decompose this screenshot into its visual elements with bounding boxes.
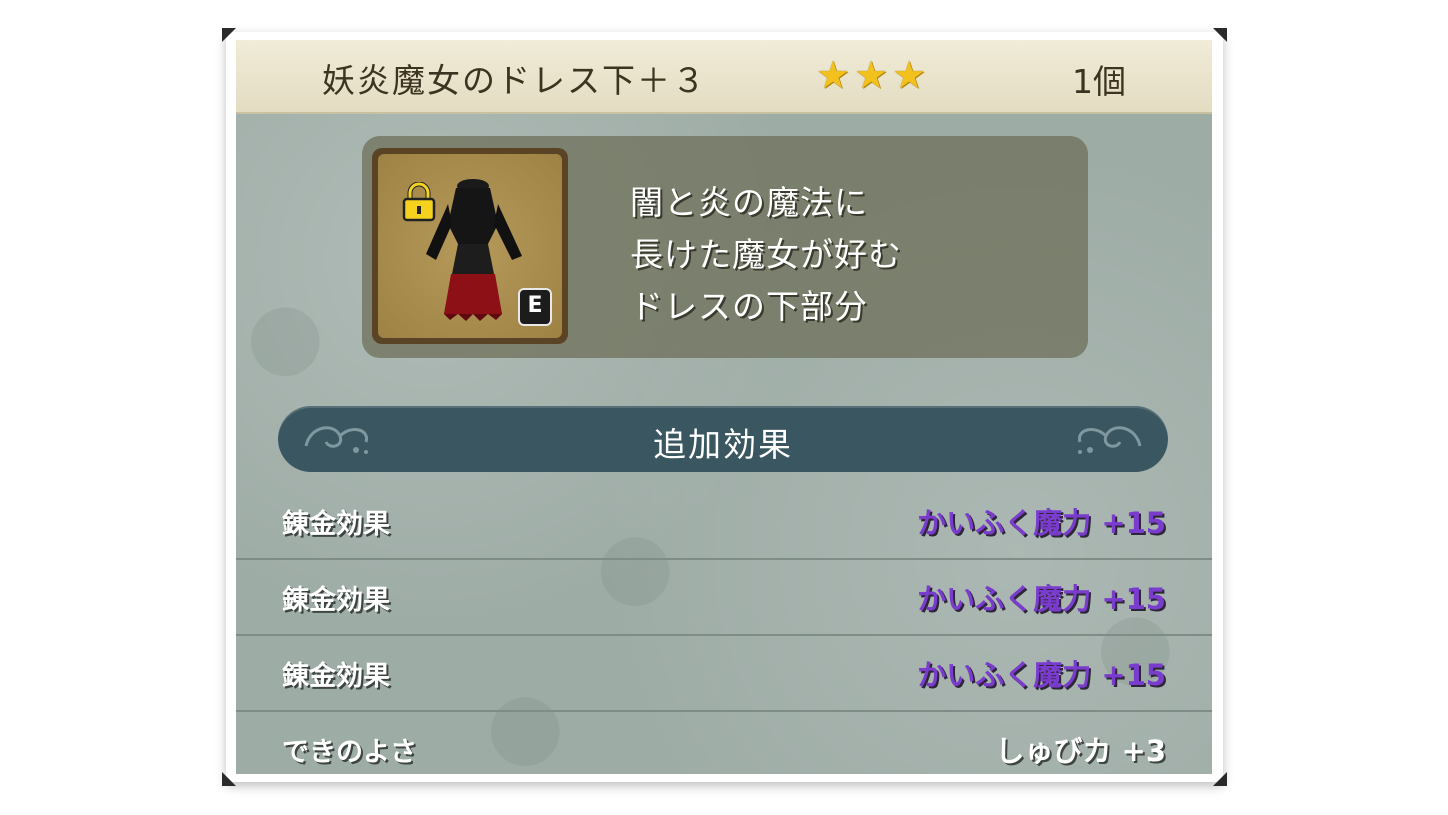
rarity-stars: ★ ★ ★: [816, 56, 926, 94]
star-icon: ★: [854, 53, 889, 97]
item-count: 1個: [1072, 62, 1126, 101]
additional-effects-header: 追加効果: [278, 406, 1168, 472]
equipped-badge: E: [518, 288, 552, 326]
description-line: ドレスの下部分: [630, 287, 868, 326]
quality-label: できのよさ: [282, 737, 417, 768]
item-title-bar: 妖炎魔女のドレス下＋３ ★ ★ ★ 1個: [236, 40, 1212, 114]
quality-row: できのよさ しゅびカ +3: [236, 710, 1212, 774]
effect-label: 錬金効果: [282, 509, 390, 540]
item-detail-window: ● ● ● ● 妖炎魔女のドレス下＋３ ★ ★ ★ 1個 E 闇と炎の魔法に 長…: [222, 28, 1227, 786]
flourish-icon: [1077, 426, 1142, 454]
section-title: 追加効果: [653, 425, 793, 464]
effect-row: 錬金効果 かいふく魔力 +15: [236, 558, 1212, 636]
corner-ornament: [1213, 772, 1227, 786]
corner-ornament: [222, 772, 236, 786]
effect-value: かいふく魔力 +15: [917, 658, 1166, 692]
item-name: 妖炎魔女のドレス下＋３: [322, 61, 707, 100]
slime-watermark: ●: [246, 282, 325, 387]
description-line: 長けた魔女が好む: [630, 235, 902, 274]
effect-row: 錬金効果 かいふく魔力 +15: [236, 482, 1212, 560]
description-line: 闇と炎の魔法に: [630, 183, 868, 222]
star-icon: ★: [816, 53, 851, 97]
effect-value: かいふく魔力 +15: [917, 582, 1166, 616]
effect-value: かいふく魔力 +15: [917, 506, 1166, 540]
corner-ornament: [222, 28, 236, 42]
star-icon: ★: [892, 53, 927, 97]
effect-row: 錬金効果 かいふく魔力 +15: [236, 634, 1212, 712]
effect-label: 錬金効果: [282, 585, 390, 616]
item-panel: ● ● ● ● 妖炎魔女のドレス下＋３ ★ ★ ★ 1個 E 闇と炎の魔法に 長…: [236, 40, 1212, 774]
item-icon-background: E: [378, 154, 562, 338]
quality-value: しゅびカ +3: [995, 734, 1166, 768]
corner-ornament: [1213, 28, 1227, 42]
dress-icon: [426, 179, 522, 321]
effect-label: 錬金効果: [282, 661, 390, 692]
item-icon-frame[interactable]: E: [372, 148, 568, 344]
